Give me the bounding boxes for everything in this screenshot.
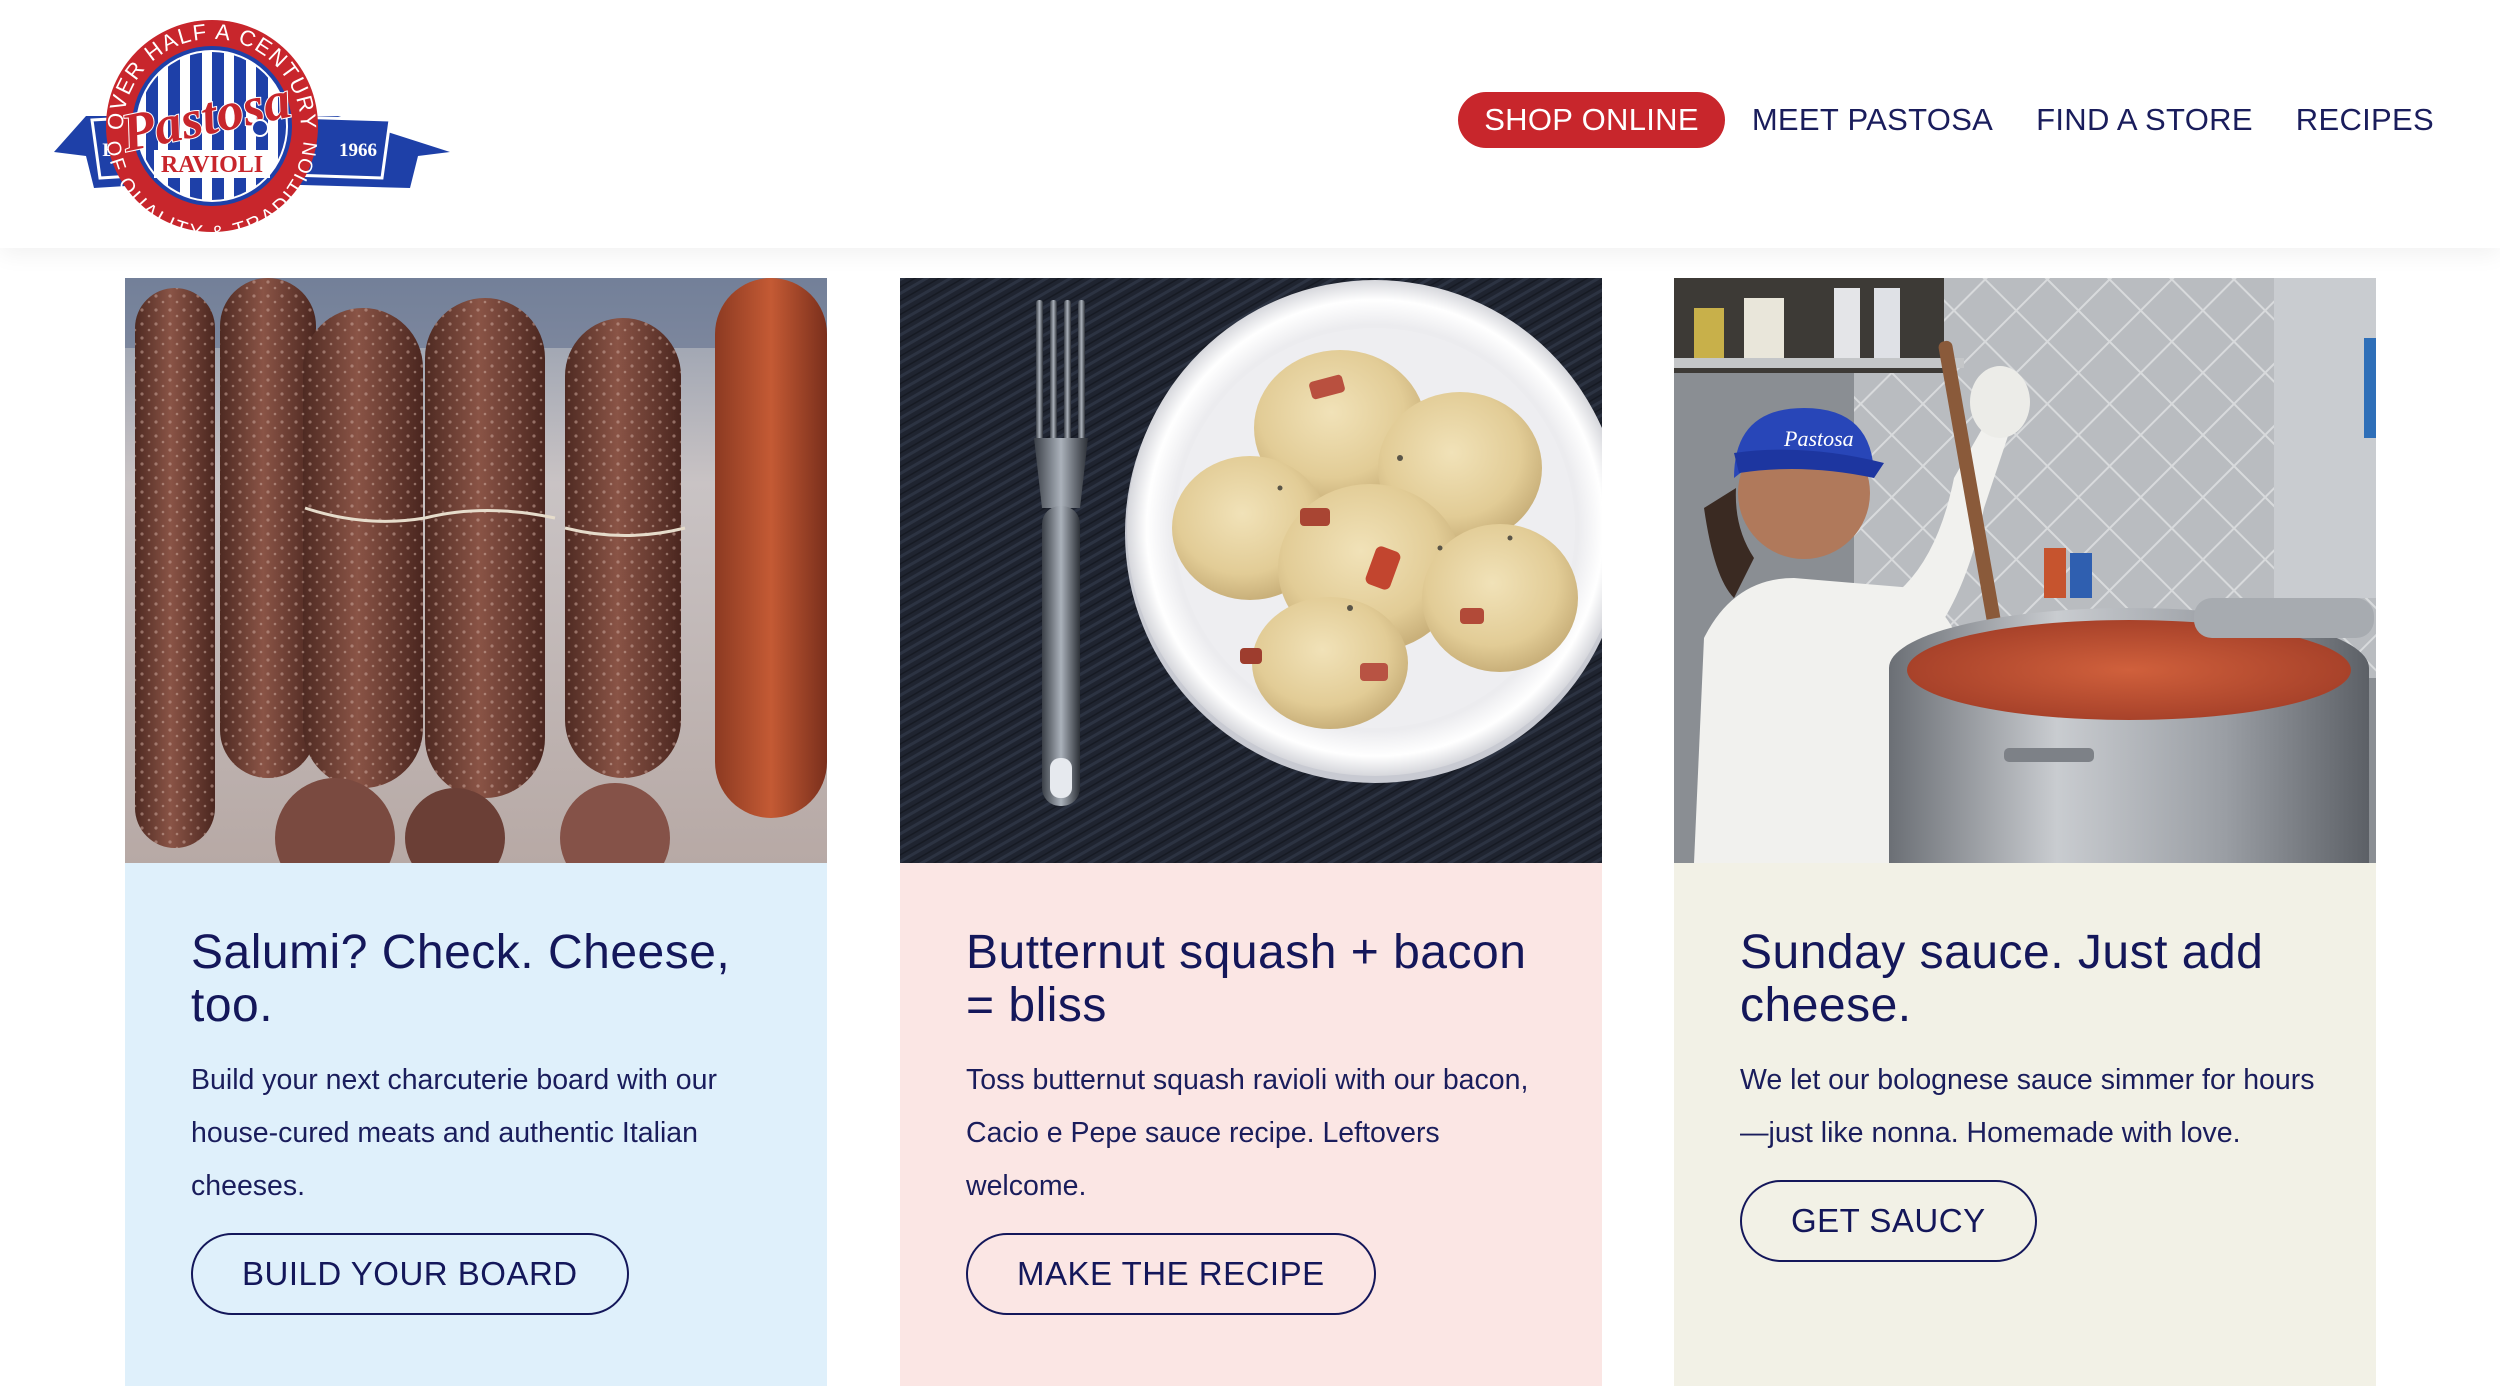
card-body: Sunday sauce. Just add cheese. We let ou… [1740, 926, 2340, 1262]
site-header: EST. 1966 OVER HALF A CENTURY OF QUALITY… [0, 0, 2500, 248]
logo-year-text: 1966 [339, 140, 377, 161]
promo-card-charcuterie: Salumi? Check. Cheese, too. Build your n… [125, 278, 827, 1386]
card-title: Sunday sauce. Just add cheese. [1740, 926, 2264, 1032]
card-body: Butternut squash + bacon = bliss Toss bu… [966, 926, 1566, 1315]
card-description: We let our bolognese sauce simmer for ho… [1740, 1064, 2315, 1149]
promo-card-recipe: Butternut squash + bacon = bliss Toss bu… [900, 278, 1602, 1386]
card-description: Build your next charcuterie board with o… [191, 1064, 717, 1202]
card-description: Toss butternut squash ravioli with our b… [966, 1064, 1529, 1202]
promo-cards: Salumi? Check. Cheese, too. Build your n… [0, 278, 2500, 1386]
card-body: Salumi? Check. Cheese, too. Build your n… [191, 926, 791, 1315]
nav-shop-online[interactable]: SHOP ONLINE [1458, 92, 1725, 148]
promo-card-sauce: Pastosa Sunday sauce. Just add cheese. W… [1674, 278, 2376, 1386]
ravioli-plate-photo [900, 278, 1602, 863]
make-the-recipe-button[interactable]: MAKE THE RECIPE [966, 1233, 1376, 1315]
card-title: Salumi? Check. Cheese, too. [191, 926, 731, 1032]
nav-meet-pastosa[interactable]: MEET PASTOSA [1752, 102, 1993, 138]
nav-find-a-store[interactable]: FIND A STORE [2036, 102, 2253, 138]
build-your-board-button[interactable]: BUILD YOUR BOARD [191, 1233, 629, 1315]
hanging-salumi-photo [125, 278, 827, 863]
nav-recipes[interactable]: RECIPES [2296, 102, 2434, 138]
main-nav: SHOP ONLINE MEET PASTOSA FIND A STORE RE… [1458, 92, 2434, 148]
get-saucy-button[interactable]: GET SAUCY [1740, 1180, 2037, 1262]
card-title: Butternut squash + bacon = bliss [966, 926, 1527, 1032]
pastosa-logo-mark: EST. 1966 OVER HALF A CENTURY OF QUALITY… [54, 19, 450, 236]
cook-stirring-sauce-photo: Pastosa [1674, 278, 2376, 863]
cap-logo-text: Pastosa [1783, 426, 1854, 451]
pastosa-logo[interactable]: EST. 1966 OVER HALF A CENTURY OF QUALITY… [48, 16, 454, 236]
logo-banner-text: RAVIOLI [161, 152, 263, 178]
